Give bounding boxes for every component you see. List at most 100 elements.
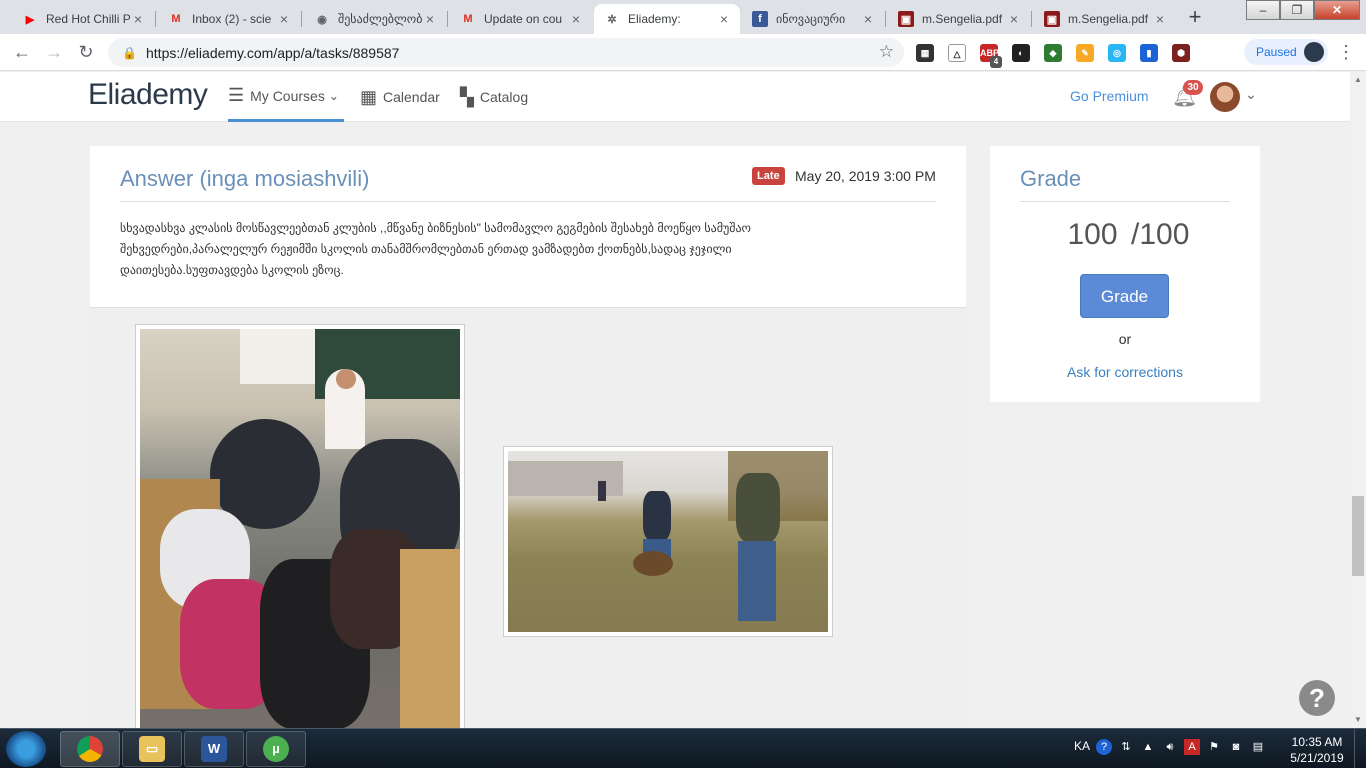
answer-text: სხვადასხვა კლასის მოსწავლეებთან კლუბის ,… bbox=[120, 221, 751, 277]
answer-title: Answer (inga mosiashvili) bbox=[120, 166, 370, 191]
network-status-icon[interactable]: ▤ bbox=[1250, 739, 1266, 755]
browser-menu-icon[interactable]: ⋮ bbox=[1337, 42, 1355, 63]
network-icon[interactable]: ⇅ bbox=[1118, 739, 1134, 755]
language-indicator[interactable]: KA bbox=[1074, 739, 1090, 753]
attachment-photo-yard[interactable] bbox=[503, 446, 833, 637]
close-icon[interactable]: × bbox=[422, 11, 438, 27]
close-icon[interactable]: × bbox=[1006, 11, 1022, 27]
volume-icon[interactable]: 🔊︎ bbox=[1162, 739, 1178, 755]
late-badge: Late bbox=[752, 167, 785, 185]
eliademy-icon: ✲ bbox=[607, 13, 617, 26]
chevron-down-icon[interactable]: ⌄ bbox=[1245, 86, 1257, 103]
close-icon[interactable]: × bbox=[1152, 11, 1168, 27]
grid-icon: ▚ bbox=[460, 86, 474, 107]
browser-tab[interactable]: M Inbox (2) - scie × bbox=[158, 4, 300, 34]
taskbar-explorer[interactable]: ▭ bbox=[122, 731, 182, 767]
go-premium-link[interactable]: Go Premium bbox=[1070, 88, 1149, 104]
minimize-icon[interactable]: – bbox=[1246, 0, 1280, 20]
browser-tab[interactable]: f ინოვაციური × bbox=[742, 4, 884, 34]
browser-tab[interactable]: ▣ m.Sengelia.pdf × bbox=[1034, 4, 1176, 34]
taskbar-utorrent[interactable]: µ bbox=[246, 731, 306, 767]
extension-icon[interactable]: ◆ bbox=[1044, 44, 1062, 62]
attachment-photo-classroom[interactable] bbox=[135, 324, 465, 734]
browser-tab[interactable]: ▣ m.Sengelia.pdf × bbox=[888, 4, 1030, 34]
divider bbox=[1020, 201, 1230, 202]
windows-start-icon[interactable] bbox=[6, 731, 46, 767]
avatar[interactable] bbox=[1210, 82, 1240, 112]
close-icon[interactable]: × bbox=[860, 11, 876, 27]
answer-date: May 20, 2019 3:00 PM bbox=[795, 168, 936, 184]
tab-title: Update on cou bbox=[484, 12, 563, 26]
extension-icon[interactable]: ▮ bbox=[1140, 44, 1158, 62]
forward-icon[interactable]: → bbox=[42, 41, 66, 65]
extension-icon[interactable]: ⬢ bbox=[1172, 44, 1190, 62]
page-scrollbar[interactable]: ▲ ▼ bbox=[1350, 72, 1366, 728]
chevron-down-icon: ⌄ bbox=[328, 88, 339, 103]
close-icon[interactable]: × bbox=[276, 11, 292, 27]
youtube-icon: ▶ bbox=[25, 13, 35, 26]
browser-tab-active[interactable]: ✲ Eliademy: × bbox=[594, 4, 740, 34]
tray-arrow-icon[interactable]: ▲ bbox=[1140, 739, 1156, 755]
bookmark-star-icon[interactable]: ☆ bbox=[879, 42, 894, 62]
browser-tab[interactable]: M Update on cou × bbox=[450, 4, 592, 34]
browser-tab[interactable]: ▶ Red Hot Chilli P × bbox=[12, 4, 154, 34]
nav-catalog[interactable]: ▚ Catalog bbox=[460, 72, 528, 122]
scroll-down-icon[interactable]: ▼ bbox=[1350, 712, 1366, 728]
taskbar-clock[interactable]: 10:35 AM 5/21/2019 bbox=[1285, 734, 1349, 766]
nav-calendar-label: Calendar bbox=[383, 89, 440, 105]
browser-tab[interactable]: ◉ შესაძლებლობები × bbox=[304, 4, 446, 34]
window-close-icon[interactable]: ✕ bbox=[1314, 0, 1360, 20]
chrome-icon bbox=[77, 736, 103, 762]
back-icon[interactable]: ← bbox=[10, 41, 34, 65]
scroll-up-icon[interactable]: ▲ bbox=[1350, 72, 1366, 88]
extension-icon[interactable]: ▦ bbox=[916, 44, 934, 62]
window-controls: – ❐ ✕ bbox=[1246, 0, 1360, 20]
tab-title: ინოვაციური bbox=[776, 12, 846, 26]
scrollbar-thumb[interactable] bbox=[1352, 496, 1364, 576]
clock-time: 10:35 AM bbox=[1291, 735, 1343, 749]
close-icon[interactable]: × bbox=[716, 11, 732, 27]
flag-icon[interactable]: ⚑ bbox=[1206, 739, 1222, 755]
site-logo[interactable]: Eliademy bbox=[88, 78, 208, 112]
show-desktop-button[interactable] bbox=[1354, 729, 1366, 768]
pdf-icon: ▣ bbox=[898, 11, 914, 27]
word-icon: W bbox=[201, 736, 227, 762]
profile-paused-button[interactable]: Paused bbox=[1244, 39, 1328, 65]
extension-icon[interactable]: ✎ bbox=[1076, 44, 1094, 62]
nav-catalog-label: Catalog bbox=[479, 89, 529, 105]
tab-title: Red Hot Chilli P bbox=[46, 12, 130, 26]
grade-title: Grade bbox=[1020, 166, 1082, 191]
taskbar-chrome[interactable] bbox=[60, 731, 120, 767]
close-icon[interactable]: × bbox=[568, 11, 584, 27]
hamburger-icon: ☰ bbox=[228, 85, 245, 105]
nav-calendar[interactable]: ▦ Calendar bbox=[360, 72, 440, 122]
extension-icon[interactable]: ◐ bbox=[1012, 44, 1030, 62]
taskbar-word[interactable]: W bbox=[184, 731, 244, 767]
utorrent-icon: µ bbox=[263, 736, 289, 762]
reload-icon[interactable]: ↻ bbox=[74, 41, 98, 65]
antivirus-icon[interactable]: A bbox=[1184, 739, 1200, 755]
grade-input[interactable]: 100 bbox=[1060, 218, 1125, 252]
help-button[interactable]: ? bbox=[1299, 680, 1335, 716]
ask-for-corrections-link[interactable]: Ask for corrections bbox=[990, 364, 1260, 380]
gmail-icon: M bbox=[463, 13, 473, 25]
close-icon[interactable]: × bbox=[130, 11, 146, 27]
nav-my-courses[interactable]: ☰ My Courses ⌄ bbox=[228, 72, 344, 122]
extension-badge: 4 bbox=[990, 56, 1002, 68]
maximize-icon[interactable]: ❐ bbox=[1280, 0, 1314, 20]
extension-icon[interactable]: △ bbox=[948, 44, 966, 62]
clock-date: 5/21/2019 bbox=[1290, 751, 1344, 765]
tab-title: m.Sengelia.pdf bbox=[922, 12, 1003, 26]
gmail-icon: M bbox=[171, 13, 181, 25]
globe-icon: ◉ bbox=[317, 13, 327, 26]
taskbar: ▭ W µ KA ? ⇅ ▲ 🔊︎ A ⚑ ◙ ▤ 10:35 AM 5/21/… bbox=[0, 728, 1366, 768]
folder-icon: ▭ bbox=[139, 736, 165, 762]
grade-button[interactable]: Grade bbox=[1080, 274, 1169, 318]
tab-title: შესაძლებლობები bbox=[338, 12, 422, 26]
calendar-icon: ▦ bbox=[360, 86, 378, 107]
discord-icon[interactable]: ◙ bbox=[1228, 739, 1244, 755]
help-icon[interactable]: ? bbox=[1096, 739, 1112, 755]
extension-icon[interactable]: ◎ bbox=[1108, 44, 1126, 62]
new-tab-button[interactable]: + bbox=[1181, 5, 1209, 31]
address-bar[interactable]: 🔒 https://eliademy.com/app/a/tasks/88958… bbox=[108, 38, 904, 67]
